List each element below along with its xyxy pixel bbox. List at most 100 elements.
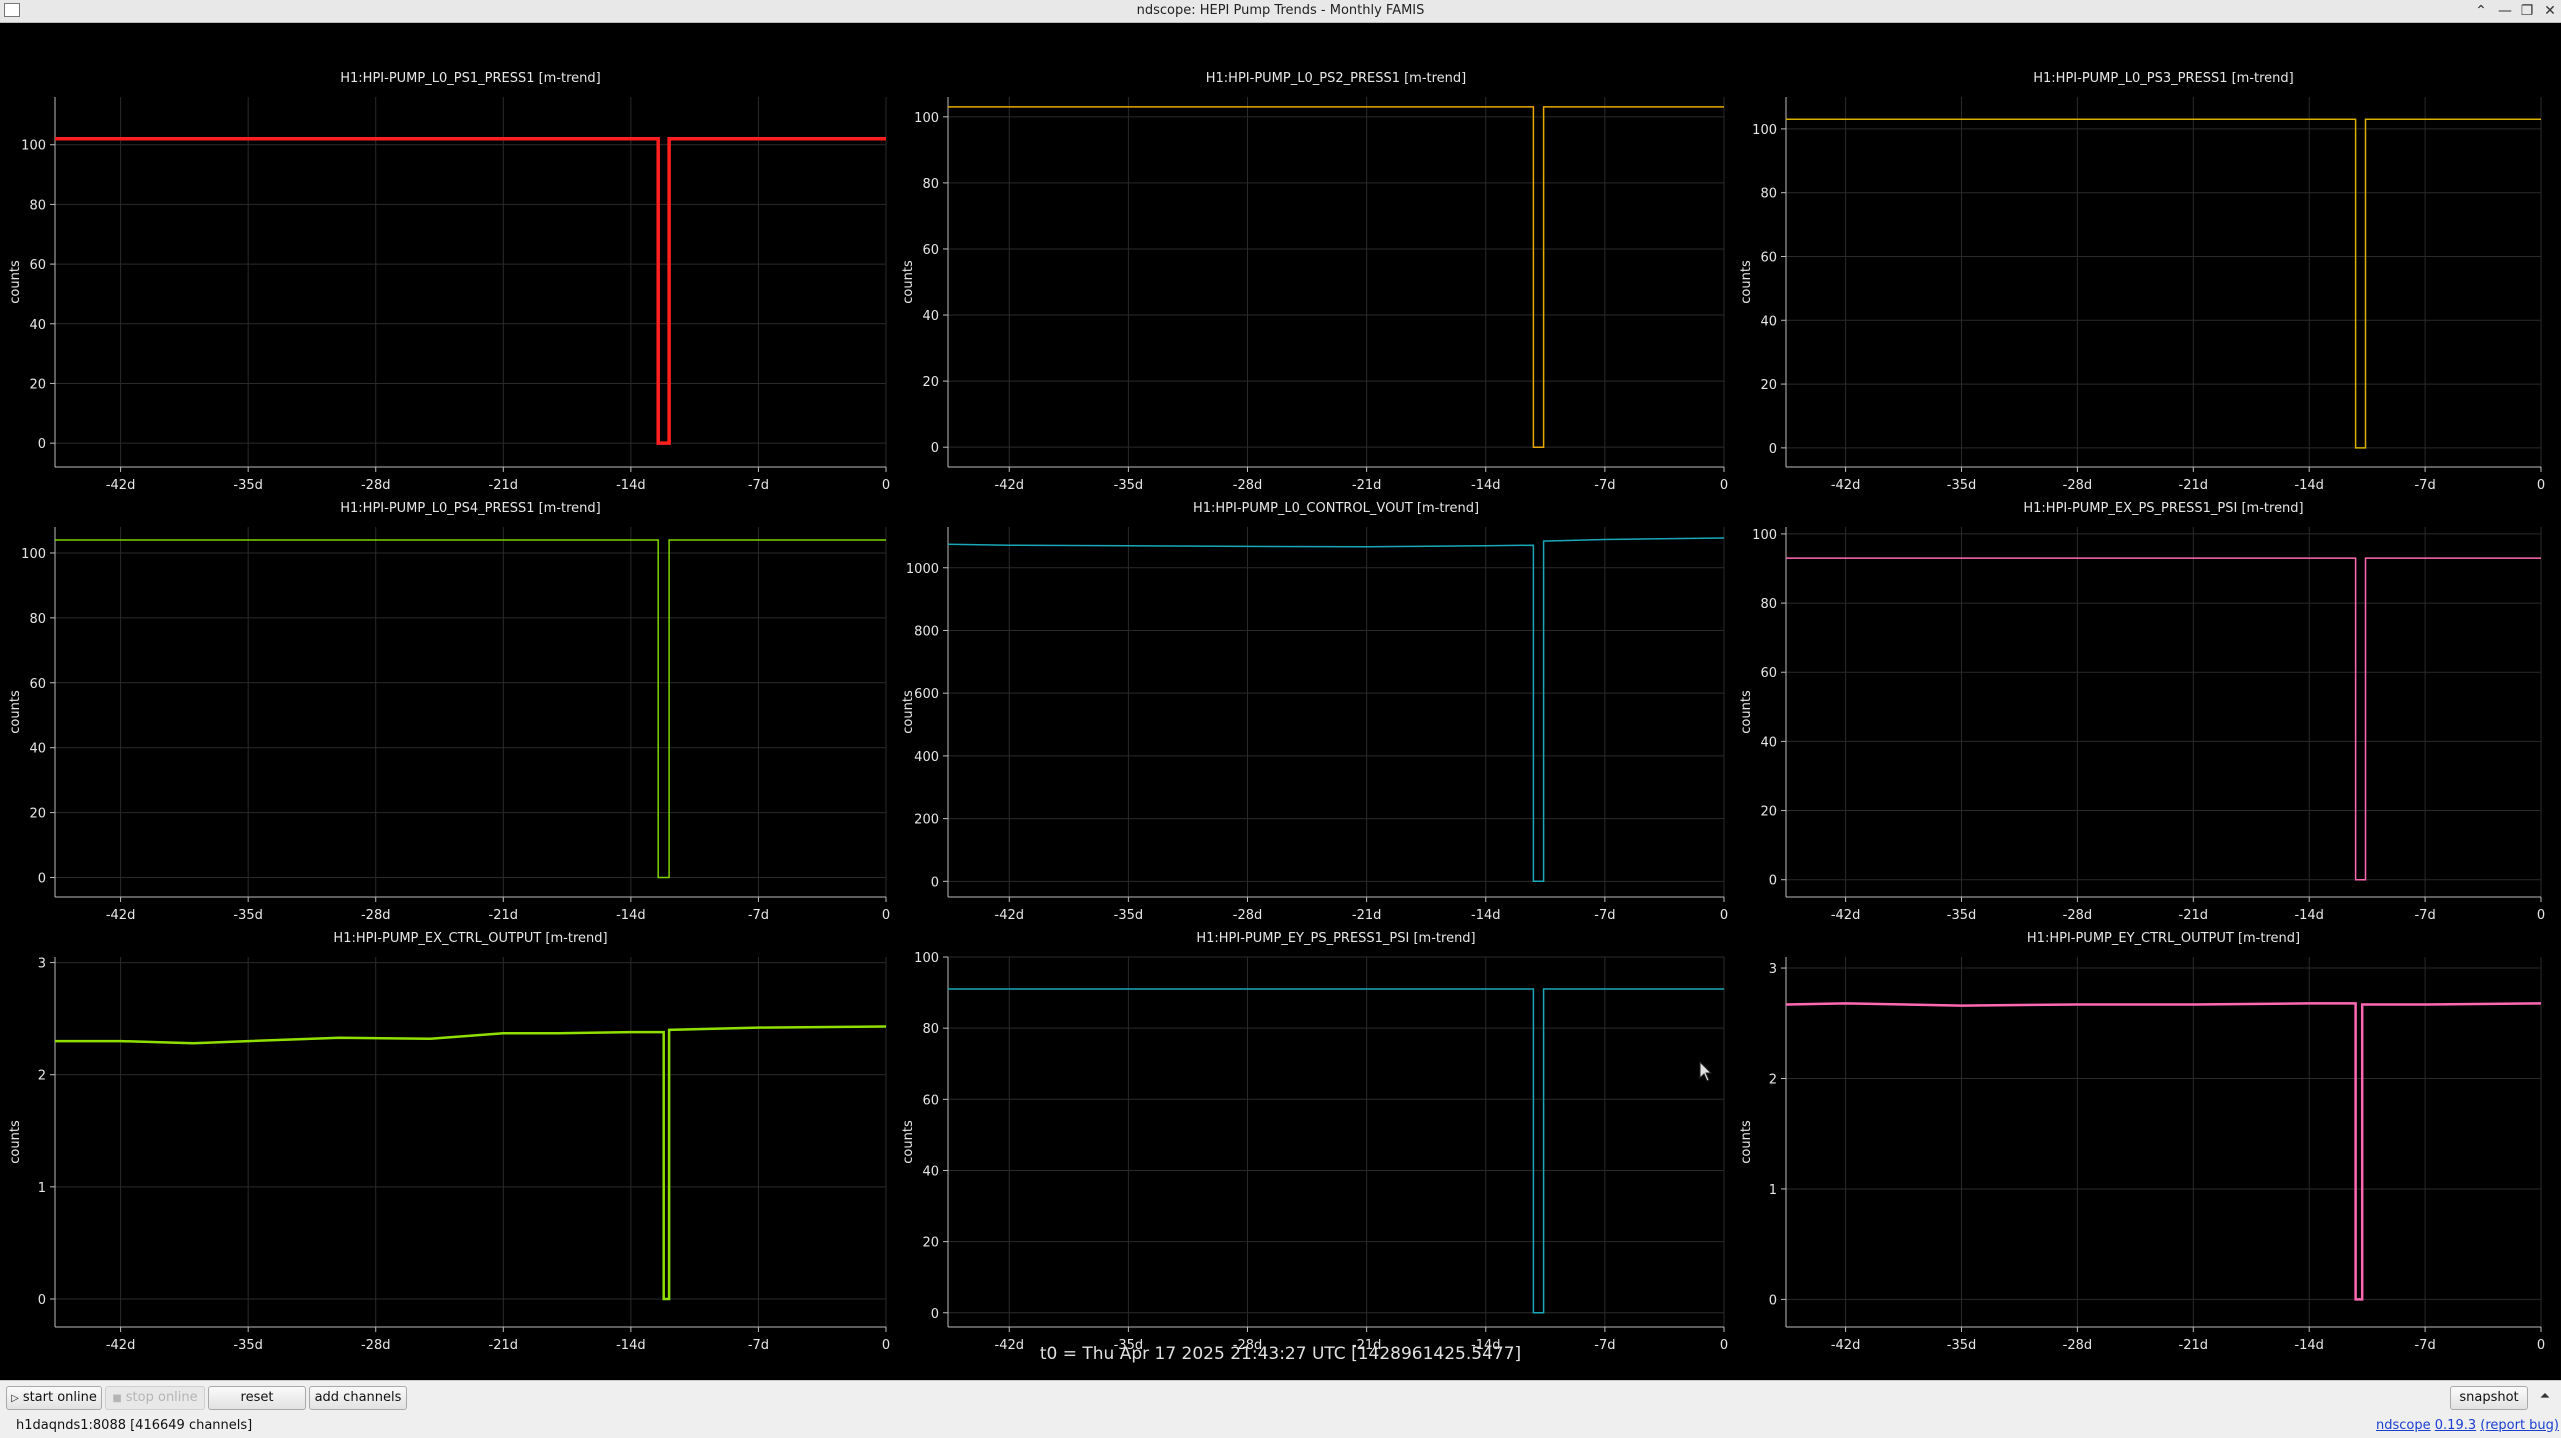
x-tick-label: -42d bbox=[106, 478, 136, 493]
y-tick-label: 20 bbox=[922, 1236, 939, 1251]
plot-4[interactable]: H1:HPI-PUMP_L0_PS4_PRESS1 [m-trend] count… bbox=[8, 501, 890, 923]
x-tick-label: -7d bbox=[2414, 908, 2435, 923]
ndscope-link[interactable]: ndscope bbox=[2376, 1418, 2431, 1433]
y-tick-label: 0 bbox=[931, 1307, 939, 1322]
plot-8[interactable]: H1:HPI-PUMP_EY_PS_PRESS1_PSI [m-trend] co… bbox=[901, 931, 1728, 1353]
y-tick-label: 40 bbox=[922, 309, 939, 324]
add-channels-button[interactable]: add channels bbox=[309, 1386, 407, 1410]
y-tick-label: 80 bbox=[29, 612, 46, 627]
plot-2[interactable]: H1:HPI-PUMP_L0_PS2_PRESS1 [m-trend] count… bbox=[901, 71, 1728, 493]
y-tick-label: 20 bbox=[1760, 378, 1777, 393]
keep-above-button[interactable]: ⌃ bbox=[2470, 0, 2492, 22]
y-tick-label: 100 bbox=[1752, 123, 1777, 138]
y-tick-label: 0 bbox=[1769, 442, 1777, 457]
report-bug-link[interactable]: (report bug) bbox=[2480, 1418, 2559, 1433]
version-link[interactable]: 0.19.3 bbox=[2435, 1418, 2476, 1433]
plot-6[interactable]: H1:HPI-PUMP_EX_PS_PRESS1_PSI [m-trend] co… bbox=[1739, 501, 2545, 923]
plot-5[interactable]: H1:HPI-PUMP_L0_CONTROL_VOUT [m-trend]cou… bbox=[901, 501, 1728, 923]
x-tick-label: -42d bbox=[106, 908, 136, 923]
series-line bbox=[1785, 1002, 2542, 1301]
y-tick-label: 20 bbox=[29, 377, 46, 392]
minimize-button[interactable]: — bbox=[2494, 0, 2516, 22]
plot-7[interactable]: H1:HPI-PUMP_EX_CTRL_OUTPUT [m-trend] coun… bbox=[8, 931, 890, 1353]
y-tick-label: 100 bbox=[914, 951, 939, 966]
x-tick-label: -35d bbox=[1114, 478, 1144, 493]
x-tick-label: -35d bbox=[1114, 908, 1144, 923]
y-tick-label: 60 bbox=[1760, 250, 1777, 265]
plot-9[interactable]: H1:HPI-PUMP_EY_CTRL_OUTPUT [m-trend] coun… bbox=[1739, 931, 2545, 1353]
plot-title: H1:HPI-PUMP_L0_PS4_PRESS1 [m-trend] bbox=[340, 501, 601, 516]
x-tick-label: -42d bbox=[1831, 908, 1861, 923]
x-tick-label: -14d bbox=[616, 908, 646, 923]
x-tick-label: -21d bbox=[1352, 908, 1382, 923]
title-bar: ndscope: HEPI Pump Trends - Monthly FAMI… bbox=[0, 0, 2561, 23]
y-tick-label: 400 bbox=[914, 750, 939, 765]
x-tick-label: -14d bbox=[616, 478, 646, 493]
x-tick-label: -35d bbox=[1947, 478, 1977, 493]
x-tick-label: -7d bbox=[748, 908, 769, 923]
x-tick-label: -14d bbox=[1471, 908, 1501, 923]
y-tick-label: 20 bbox=[1760, 805, 1777, 820]
y-tick-label: 80 bbox=[922, 177, 939, 192]
plot-title: H1:HPI-PUMP_L0_PS2_PRESS1 [m-trend] bbox=[1206, 71, 1467, 86]
y-tick-label: 60 bbox=[922, 1093, 939, 1108]
chevron-up-icon[interactable]: ⏶ bbox=[2535, 1387, 2555, 1407]
series-line bbox=[55, 539, 886, 879]
series-line bbox=[947, 537, 1725, 883]
x-tick-label: -21d bbox=[2179, 908, 2209, 923]
x-tick-label: -42d bbox=[995, 908, 1025, 923]
x-tick-label: -7d bbox=[2414, 478, 2435, 493]
y-tick-label: 100 bbox=[21, 139, 46, 154]
y-tick-label: 100 bbox=[21, 547, 46, 562]
y-tick-label: 60 bbox=[922, 243, 939, 258]
x-tick-label: -14d bbox=[1471, 478, 1501, 493]
y-tick-label: 0 bbox=[1769, 1293, 1777, 1308]
reset-button[interactable]: reset bbox=[208, 1386, 306, 1410]
y-tick-label: 0 bbox=[931, 441, 939, 456]
x-tick-label: 0 bbox=[2537, 478, 2545, 493]
maximize-button[interactable]: ❐ bbox=[2516, 0, 2538, 22]
start-online-label: start online bbox=[22, 1390, 97, 1405]
series-line bbox=[55, 137, 886, 445]
toolbar: ▷ start online ■ stop online reset add cha… bbox=[0, 1380, 2561, 1415]
y-tick-label: 0 bbox=[38, 1293, 46, 1308]
plot-grid[interactable]: H1:HPI-PUMP_L0_PS1_PRESS1 [m-trend] count… bbox=[0, 22, 2561, 1380]
x-tick-label: -28d bbox=[2063, 908, 2093, 923]
start-online-button[interactable]: ▷ start online bbox=[6, 1386, 102, 1410]
snapshot-button[interactable]: snapshot bbox=[2450, 1386, 2528, 1410]
x-tick-label: -42d bbox=[995, 478, 1025, 493]
plot-1[interactable]: H1:HPI-PUMP_L0_PS1_PRESS1 [m-trend] count… bbox=[8, 71, 890, 493]
x-tick-label: -28d bbox=[1233, 908, 1263, 923]
series-line bbox=[948, 988, 1724, 1314]
y-tick-label: 80 bbox=[1760, 187, 1777, 202]
window-title: ndscope: HEPI Pump Trends - Monthly FAMI… bbox=[1136, 3, 1425, 18]
y-tick-label: 0 bbox=[38, 437, 46, 452]
x-tick-label: -35d bbox=[233, 478, 263, 493]
x-tick-label: -14d bbox=[2294, 908, 2324, 923]
plot-title: H1:HPI-PUMP_L0_CONTROL_VOUT [m-trend] bbox=[1193, 501, 1479, 516]
close-button[interactable]: ✕ bbox=[2539, 0, 2561, 22]
x-tick-label: -28d bbox=[2063, 478, 2093, 493]
stop-online-button[interactable]: ■ stop online bbox=[105, 1386, 205, 1410]
x-tick-label: -21d bbox=[489, 478, 519, 493]
y-tick-label: 0 bbox=[931, 875, 939, 890]
plot-title: H1:HPI-PUMP_L0_PS1_PRESS1 [m-trend] bbox=[340, 71, 601, 86]
plot-title: H1:HPI-PUMP_L0_PS3_PRESS1 [m-trend] bbox=[2033, 71, 2294, 86]
y-axis-label: counts bbox=[1739, 1120, 1754, 1164]
series-line bbox=[1786, 557, 2541, 881]
y-tick-label: 200 bbox=[914, 813, 939, 828]
plot-title: H1:HPI-PUMP_EX_PS_PRESS1_PSI [m-trend] bbox=[2023, 501, 2303, 516]
x-tick-label: -7d bbox=[1594, 478, 1615, 493]
series-line bbox=[1786, 118, 2541, 449]
y-tick-label: 0 bbox=[38, 872, 46, 887]
y-tick-label: 80 bbox=[1760, 597, 1777, 612]
x-tick-label: 0 bbox=[882, 908, 890, 923]
series-line bbox=[948, 106, 1724, 448]
x-tick-label: -28d bbox=[1233, 478, 1263, 493]
plot-3[interactable]: H1:HPI-PUMP_L0_PS3_PRESS1 [m-trend] count… bbox=[1739, 71, 2545, 493]
y-tick-label: 2 bbox=[1769, 1072, 1777, 1087]
x-tick-label: 0 bbox=[1720, 908, 1728, 923]
x-tick-label: -7d bbox=[748, 478, 769, 493]
x-tick-label: -35d bbox=[233, 908, 263, 923]
x-tick-label: -14d bbox=[2294, 478, 2324, 493]
